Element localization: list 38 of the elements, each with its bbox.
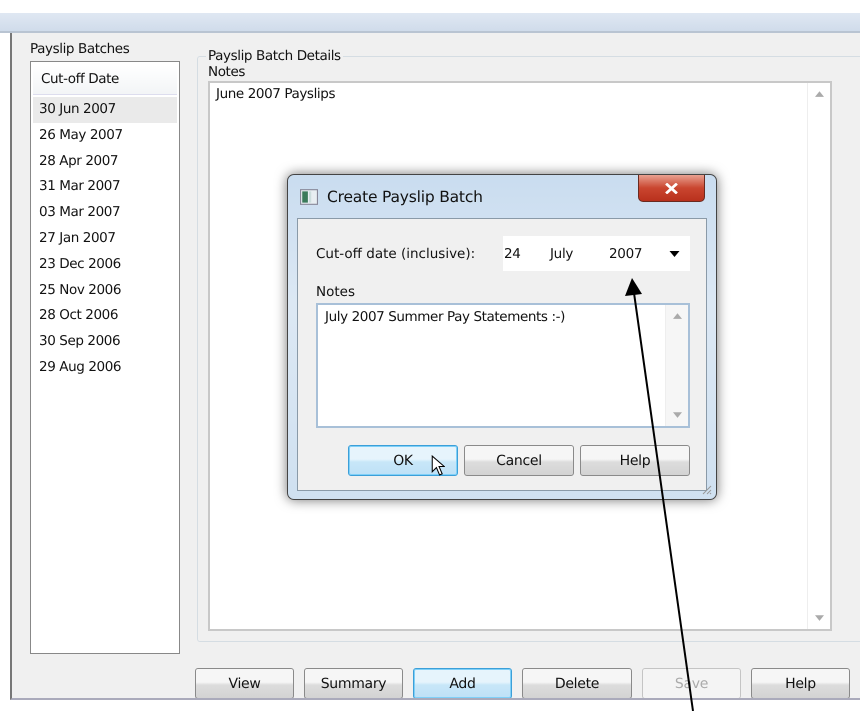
date-label: Cut-off date (inclusive):: [316, 246, 476, 262]
list-item[interactable]: 29 Aug 2006: [33, 354, 177, 381]
list-item[interactable]: 23 Dec 2006: [33, 252, 177, 278]
window-icon: [300, 188, 318, 204]
ok-button[interactable]: OK: [348, 445, 458, 476]
cursor-icon: [431, 455, 445, 477]
scrollbar[interactable]: [665, 305, 688, 426]
resize-grip-icon[interactable]: [700, 483, 712, 495]
cancel-button[interactable]: Cancel: [464, 445, 574, 476]
list-item[interactable]: 30 Sep 2006: [33, 329, 177, 355]
dialog-title: Create Payslip Batch: [327, 188, 483, 206]
list-item[interactable]: 28 Oct 2006: [33, 303, 177, 330]
group-label: Payslip Batch Details: [207, 48, 342, 64]
list-item[interactable]: 26 May 2007: [33, 122, 177, 149]
notes-field[interactable]: July 2007 Summer Pay Statements :-): [316, 303, 690, 428]
view-button[interactable]: View: [195, 668, 294, 698]
notes-label: Notes: [208, 64, 246, 81]
delete-button[interactable]: Delete: [522, 668, 632, 698]
notes-label: Notes: [316, 284, 356, 300]
help-button[interactable]: Help: [580, 445, 690, 476]
list-item[interactable]: 30 Jun 2007: [33, 97, 177, 123]
list-item[interactable]: 28 Apr 2007: [33, 148, 177, 174]
close-button[interactable]: [638, 175, 705, 202]
scroll-down-icon[interactable]: [672, 412, 682, 418]
list-item[interactable]: 31 Mar 2007: [33, 174, 177, 200]
scroll-up-icon[interactable]: [672, 313, 682, 319]
date-picker[interactable]: 24 July 2007: [503, 236, 690, 271]
close-icon[interactable]: [665, 182, 678, 194]
dropdown-icon[interactable]: [669, 250, 680, 256]
scroll-up-icon[interactable]: [814, 91, 824, 97]
list-item[interactable]: 25 Nov 2006: [33, 278, 177, 304]
summary-button[interactable]: Summary: [304, 668, 403, 698]
list-item[interactable]: 27 Jan 2007: [33, 226, 177, 252]
list-item[interactable]: 03 Mar 2007: [33, 200, 177, 226]
add-button[interactable]: Add: [413, 668, 512, 698]
panel-label: Payslip Batches: [30, 41, 130, 58]
scroll-down-icon[interactable]: [814, 615, 824, 621]
help-button[interactable]: Help: [751, 668, 850, 698]
